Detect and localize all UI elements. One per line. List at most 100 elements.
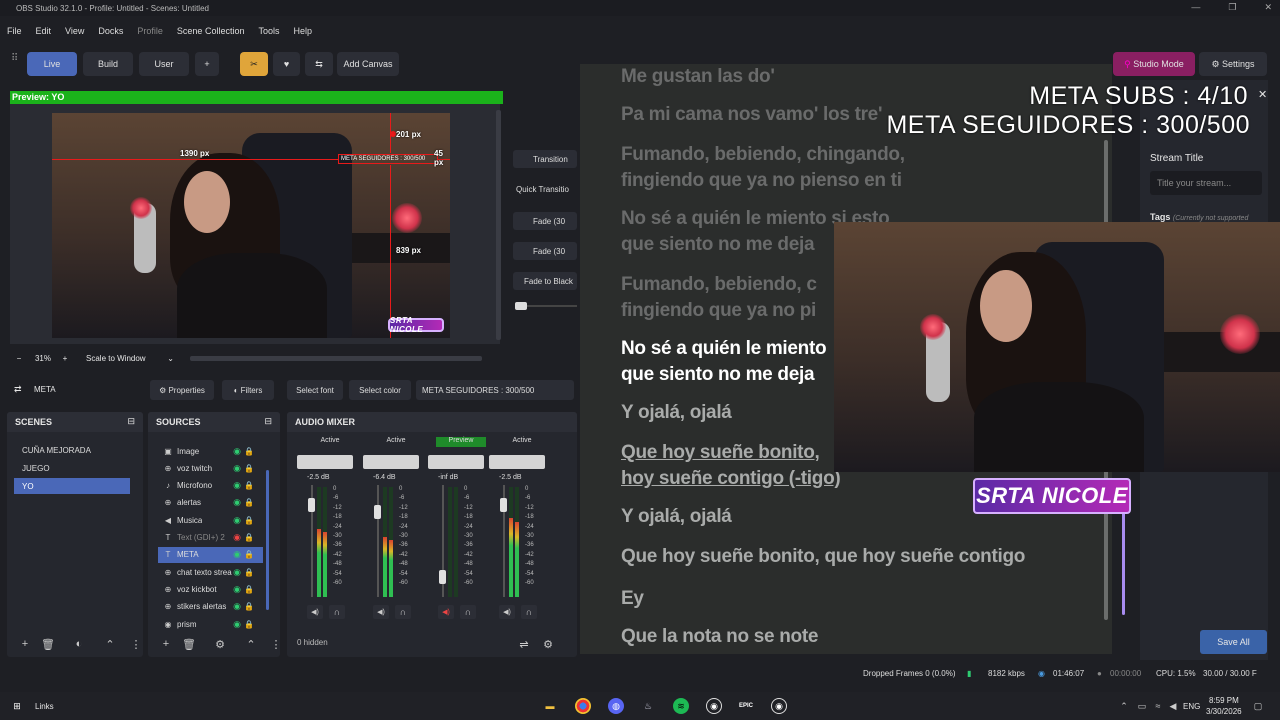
lock-icon[interactable]: 🔒 [244,498,254,507]
visibility-icon[interactable]: ◉ [233,532,241,543]
source-item[interactable]: ⊕ alertas ◉ 🔒 [158,495,263,511]
source-item[interactable]: ♪ Microfono ◉ 🔒 [158,478,263,494]
mute-icon[interactable]: ◀) [373,605,389,619]
close-dock-icon[interactable]: ✕ [1258,88,1267,101]
source-item[interactable]: ◉ prism ◉ 🔒 [158,616,263,632]
chevron-up-icon[interactable]: ⌃ [1116,698,1132,714]
scene-item[interactable]: JUEGO [14,460,130,476]
visibility-icon[interactable]: ◉ [233,446,241,457]
lock-icon[interactable]: 🔒 [244,568,254,577]
add-scene-button[interactable]: + [17,636,33,652]
wifi-icon[interactable]: ≈ [1150,698,1166,714]
text-value-field[interactable]: META SEGUIDORES : 300/500 [416,380,574,400]
links-toolbar[interactable]: Links [35,702,54,711]
headphones-icon[interactable]: ∩ [395,605,411,619]
swap-button[interactable]: ⇆ [305,52,333,76]
tools-button[interactable]: ✂ [240,52,268,76]
menu-edit[interactable]: Edit [29,22,59,40]
transition-slider-handle[interactable] [515,302,527,310]
clock-date[interactable]: 3/30/2026 [1206,707,1242,716]
epic-games-icon[interactable]: EPIC [738,698,754,714]
lock-icon[interactable]: 🔒 [244,447,254,456]
select-color-button[interactable]: Select color [349,380,411,400]
lock-icon[interactable]: 🔒 [244,464,254,473]
menu-help[interactable]: Help [286,22,319,40]
lock-icon[interactable]: 🔒 [244,585,254,594]
folder-icon[interactable]: ▬ [542,698,558,714]
preview-scrollbar[interactable] [496,110,501,340]
lock-icon[interactable]: 🔒 [244,533,254,542]
mute-icon[interactable]: ◀) [438,605,454,619]
channel-source-select[interactable] [363,455,419,469]
visibility-icon[interactable]: ◉ [233,463,241,474]
visibility-icon[interactable]: ◉ [233,601,241,612]
channel-source-select[interactable] [489,455,545,469]
mixer-layout-button[interactable]: ⇌ [516,636,532,652]
user-button[interactable]: User [139,52,189,76]
source-item[interactable]: ⊕ chat texto strea ◉ 🔒 [158,564,263,580]
lock-icon[interactable]: 🔒 [244,516,254,525]
zoom-out-button[interactable]: − [10,354,28,363]
drag-handle-icon[interactable]: ⠿ [11,54,18,72]
volume-fader-knob[interactable] [500,498,507,512]
mixer-settings-button[interactable]: ⚙ [540,636,556,652]
remove-scene-button[interactable]: 🗑 [40,636,56,652]
source-item[interactable]: ◀ Musica ◉ 🔒 [158,512,263,528]
chrome-icon[interactable] [575,698,591,714]
notification-icon[interactable]: ▢ [1250,698,1266,714]
favorite-button[interactable]: ♥ [273,52,300,76]
select-font-button[interactable]: Select font [287,380,343,400]
volume-fader-knob[interactable] [439,570,446,584]
scale-select[interactable]: Scale to Window ⌄ [80,350,178,366]
studio-mode-button[interactable]: ⚲ Studio Mode [1113,52,1195,76]
add-canvas-button[interactable]: Add Canvas [337,52,399,76]
headphones-icon[interactable]: ∩ [329,605,345,619]
spotify-icon[interactable]: ≋ [673,698,689,714]
source-item[interactable]: ⊕ voz twitch ◉ 🔒 [158,460,263,476]
scene-item[interactable]: CUÑA MEJORADA [14,442,130,458]
windows-start-icon[interactable]: ⊞ [9,698,25,714]
fade-button-1[interactable]: Fade (30 [513,212,577,230]
scene-more-button[interactable]: ⋮ [128,636,144,652]
menu-profile[interactable]: Profile [130,22,170,40]
maximize-icon[interactable]: ❐ [1228,2,1236,13]
steam-icon[interactable]: ♨ [640,698,656,714]
volume-fader-knob[interactable] [374,505,381,519]
clock-time[interactable]: 8:59 PM [1209,696,1239,705]
visibility-icon[interactable]: ◉ [233,549,241,560]
obs-window-icon[interactable]: ◉ [771,698,787,714]
scene-move-up-button[interactable]: ⌃ [102,636,118,652]
lock-icon[interactable]: 🔒 [244,481,254,490]
obs-icon[interactable]: ◉ [706,698,722,714]
stream-title-input[interactable]: Title your stream... [1150,171,1262,195]
transition-button[interactable]: Transition [513,150,577,168]
channel-source-select[interactable] [297,455,353,469]
headphones-icon[interactable]: ∩ [521,605,537,619]
zoom-in-button[interactable]: + [58,354,72,363]
minimize-icon[interactable]: — [1191,2,1200,13]
source-item[interactable]: ⊕ stikers alertas ◉ 🔒 [158,599,263,615]
live-button[interactable]: Live [27,52,77,76]
volume-icon[interactable]: ◀ [1165,698,1181,714]
add-source-button[interactable]: + [158,636,174,652]
menu-scene-collection[interactable]: Scene Collection [170,22,252,40]
lock-icon[interactable]: 🔒 [244,620,254,629]
source-item[interactable]: T Text (GDI+) 2 ◉ 🔒 [158,530,263,546]
fade-button-2[interactable]: Fade (30 [513,242,577,260]
menu-file[interactable]: File [0,22,29,40]
visibility-icon[interactable]: ◉ [233,584,241,595]
visibility-icon[interactable]: ◉ [233,567,241,578]
scene-filters-button[interactable]: ◐ [71,636,87,652]
discord-icon[interactable]: ◍ [608,698,624,714]
undock-icon[interactable]: ⊟ [264,416,272,427]
filters-button[interactable]: ◐ Filters [222,380,274,400]
source-more-button[interactable]: ⋮ [268,636,284,652]
menu-view[interactable]: View [58,22,91,40]
visibility-icon[interactable]: ◉ [233,619,241,630]
add-mode-button[interactable]: + [195,52,219,76]
remove-source-button[interactable]: 🗑 [181,636,197,652]
settings-button[interactable]: ⚙ Settings [1199,52,1267,76]
lock-icon[interactable]: 🔒 [244,602,254,611]
close-icon[interactable]: ✕ [1264,2,1272,13]
channel-source-select[interactable] [428,455,484,469]
